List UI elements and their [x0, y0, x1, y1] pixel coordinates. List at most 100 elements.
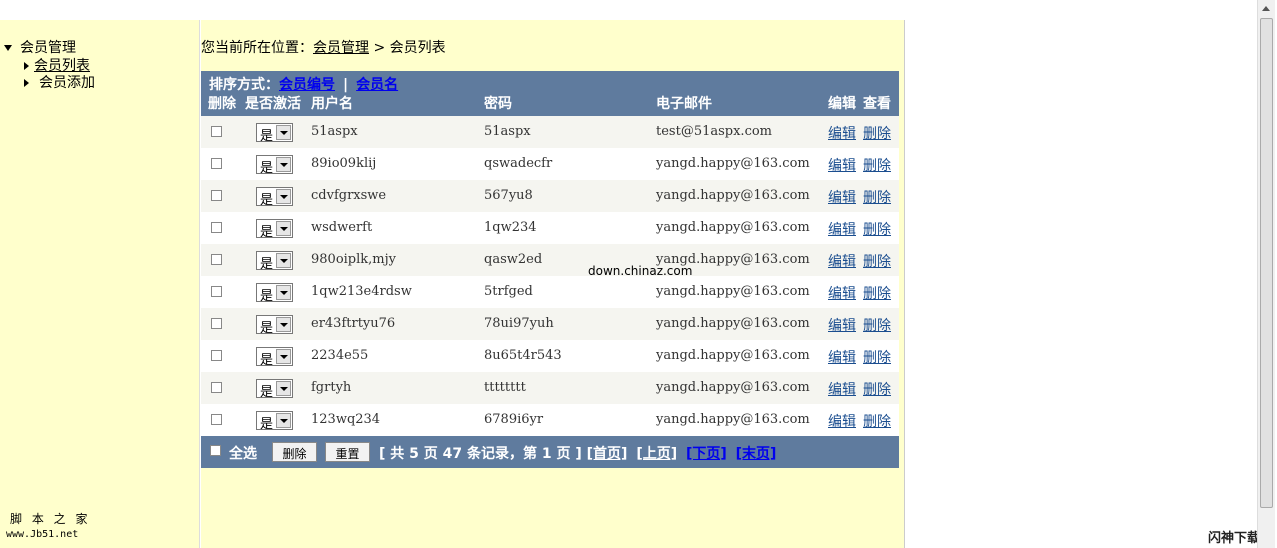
pager-last-link[interactable]: [末页]: [736, 446, 777, 462]
password-cell: qswadecfr: [484, 156, 553, 171]
delete-button[interactable]: 删除: [272, 442, 317, 462]
delete-link[interactable]: 删除: [863, 411, 891, 431]
sidebar-item-label[interactable]: 会员添加: [39, 75, 95, 91]
edit-link[interactable]: 编辑: [828, 251, 856, 271]
delete-link[interactable]: 删除: [863, 315, 891, 335]
chevron-down-icon[interactable]: [276, 317, 291, 332]
active-select-value: 是: [260, 385, 274, 400]
edit-link[interactable]: 编辑: [828, 123, 856, 143]
pager-next-link[interactable]: [下页]: [686, 446, 727, 462]
sort-by-name-link[interactable]: 会员名: [356, 77, 398, 93]
active-select[interactable]: 是: [256, 347, 293, 368]
active-select-value: 是: [260, 257, 274, 272]
active-select-value: 是: [260, 289, 274, 304]
active-select-value: 是: [260, 193, 274, 208]
chevron-down-icon[interactable]: [276, 157, 291, 172]
delete-link[interactable]: 删除: [863, 347, 891, 367]
chevron-down-icon[interactable]: [276, 413, 291, 428]
select-all-label: 全选: [229, 446, 257, 462]
edit-link[interactable]: 编辑: [828, 411, 856, 431]
delete-link[interactable]: 删除: [863, 187, 891, 207]
row-checkbox[interactable]: [211, 350, 222, 361]
row-checkbox[interactable]: [211, 126, 222, 137]
sort-by-id-link[interactable]: 会员编号: [279, 77, 335, 93]
username-cell: cdvfgrxswe: [311, 188, 387, 203]
email-cell: yangd.happy@163.com: [656, 412, 810, 427]
active-select[interactable]: 是: [256, 187, 293, 208]
breadcrumb-link-member-management[interactable]: 会员管理: [313, 40, 369, 56]
active-select[interactable]: 是: [256, 251, 293, 272]
breadcrumb: 您当前所在位置：会员管理 > 会员列表: [201, 37, 446, 57]
row-checkbox[interactable]: [211, 318, 222, 329]
chevron-down-icon[interactable]: [276, 381, 291, 396]
reset-button[interactable]: 重置: [325, 442, 370, 462]
sidebar-item-member-add[interactable]: 会员添加: [24, 72, 95, 92]
sort-separator: |: [343, 77, 349, 93]
active-select[interactable]: 是: [256, 315, 293, 336]
edit-link[interactable]: 编辑: [828, 187, 856, 207]
select-all-checkbox[interactable]: [210, 445, 221, 456]
edit-link[interactable]: 编辑: [828, 379, 856, 399]
username-cell: 1qw213e4rdsw: [311, 284, 412, 299]
delete-link[interactable]: 删除: [863, 219, 891, 239]
table-row: 是 2234e55 8u65t4r543 yangd.happy@163.com 编辑删…: [201, 340, 899, 372]
edit-link[interactable]: 编辑: [828, 283, 856, 303]
edit-link[interactable]: 编辑: [828, 315, 856, 335]
row-checkbox[interactable]: [211, 190, 222, 201]
scroll-thumb[interactable]: [1260, 18, 1273, 508]
username-cell: 89io09klij: [311, 156, 377, 171]
username-cell: 51aspx: [311, 124, 358, 139]
row-checkbox[interactable]: [211, 222, 222, 233]
chevron-down-icon[interactable]: [276, 253, 291, 268]
row-checkbox[interactable]: [211, 158, 222, 169]
email-cell: yangd.happy@163.com: [656, 380, 810, 395]
watermark: down.chinaz.com: [588, 264, 693, 278]
password-cell: tttttttt: [484, 380, 526, 395]
col-header-view: 查看: [863, 96, 891, 112]
chevron-down-icon[interactable]: [276, 221, 291, 236]
active-select[interactable]: 是: [256, 219, 293, 240]
col-header-email: 电子邮件: [656, 96, 712, 112]
breadcrumb-current: 会员列表: [389, 40, 446, 56]
collapsed-triangle-icon: [24, 79, 29, 87]
password-cell: 8u65t4r543: [484, 348, 562, 363]
vertical-scrollbar[interactable]: [1257, 0, 1275, 548]
col-header-username: 用户名: [311, 96, 353, 112]
tree-root-label: 会员管理: [20, 40, 76, 56]
pager: [ 共 5 页 47 条记录，第 1 页 ] [首页] [上页] [下页] [末…: [379, 443, 776, 463]
sidebar: 会员管理 会员列表 会员添加 脚 本 之 家 www.Jb51.net: [0, 20, 200, 548]
edit-link[interactable]: 编辑: [828, 347, 856, 367]
active-select[interactable]: 是: [256, 283, 293, 304]
active-select[interactable]: 是: [256, 155, 293, 176]
email-cell: yangd.happy@163.com: [656, 156, 810, 171]
sort-label: 排序方式：: [209, 77, 279, 93]
password-cell: 5trfged: [484, 284, 533, 299]
row-checkbox[interactable]: [211, 254, 222, 265]
chevron-down-icon[interactable]: [276, 349, 291, 364]
active-select[interactable]: 是: [256, 379, 293, 400]
username-cell: er43ftrtyu76: [311, 316, 396, 331]
chevron-down-icon[interactable]: [276, 285, 291, 300]
row-checkbox[interactable]: [211, 414, 222, 425]
pager-first: [首页]: [586, 446, 628, 462]
row-checkbox[interactable]: [211, 382, 222, 393]
active-select[interactable]: 是: [256, 411, 293, 432]
delete-link[interactable]: 删除: [863, 123, 891, 143]
grid-footer: 全选 删除 重置 [ 共 5 页 47 条记录，第 1 页 ] [首页] [上页…: [201, 436, 899, 468]
active-select-value: 是: [260, 161, 274, 176]
edit-link[interactable]: 编辑: [828, 155, 856, 175]
edit-link[interactable]: 编辑: [828, 219, 856, 239]
tree-root-member-management[interactable]: 会员管理: [4, 37, 76, 57]
main-panel: 您当前所在位置：会员管理 > 会员列表 排序方式：会员编号 | 会员名 删除 是否激…: [201, 20, 905, 548]
scroll-up-arrow-icon[interactable]: [1260, 2, 1273, 16]
active-select[interactable]: 是: [256, 123, 293, 144]
chevron-down-icon[interactable]: [276, 189, 291, 204]
email-cell: test@51aspx.com: [656, 124, 772, 139]
delete-link[interactable]: 删除: [863, 251, 891, 271]
delete-link[interactable]: 删除: [863, 379, 891, 399]
delete-link[interactable]: 删除: [863, 155, 891, 175]
chevron-down-icon[interactable]: [276, 125, 291, 140]
delete-link[interactable]: 删除: [863, 283, 891, 303]
email-cell: yangd.happy@163.com: [656, 284, 810, 299]
row-checkbox[interactable]: [211, 286, 222, 297]
